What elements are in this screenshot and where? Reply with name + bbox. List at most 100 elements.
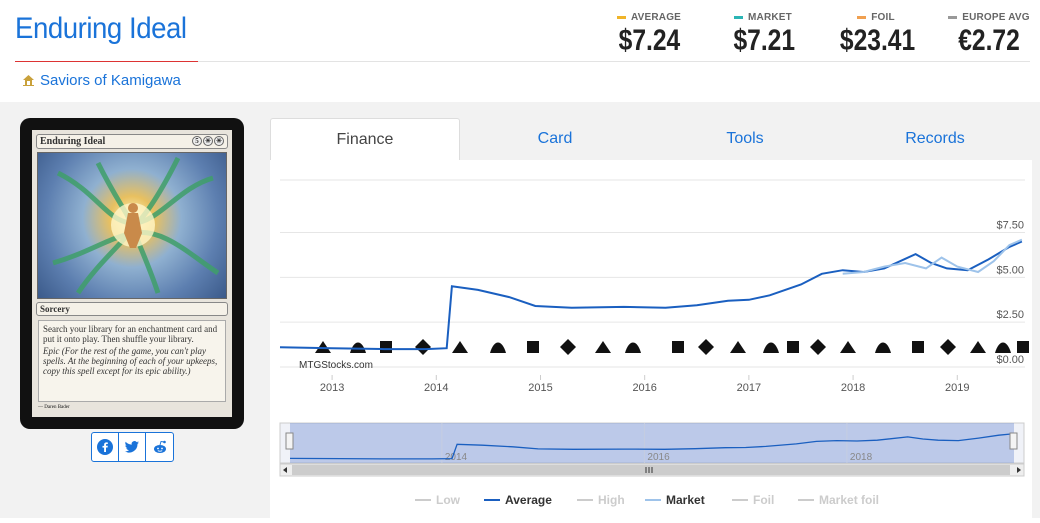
price-average: AVERAGE $7.24	[612, 12, 686, 58]
navigator-tick-label: 2014	[445, 452, 468, 463]
set-symbol-icon	[698, 339, 714, 355]
navigator-tick-label: 2016	[647, 452, 670, 463]
set-symbol-icon	[490, 342, 506, 353]
price-europe-label: EUROPE AVG	[962, 12, 1030, 23]
page-header: Enduring Ideal Saviors of Kamigawa AVERA…	[0, 0, 1040, 102]
tab-bar: Finance Card Tools Records	[270, 118, 1032, 160]
average-swatch	[616, 16, 626, 19]
x-tick-label: 2018	[841, 382, 865, 394]
set-symbols-row	[315, 339, 1029, 355]
mana-white-icon: ☀	[203, 136, 213, 146]
series-line-market	[842, 238, 1023, 275]
set-symbol-icon	[875, 342, 891, 353]
tab-card[interactable]: Card	[460, 118, 650, 160]
set-name: Saviors of Kamigawa	[40, 72, 181, 89]
tab-tools[interactable]: Tools	[650, 118, 840, 160]
set-symbol-icon	[625, 342, 641, 353]
chart-gridlines	[280, 179, 1025, 368]
set-symbol-icon	[560, 339, 576, 355]
x-tick-label: 2015	[528, 382, 552, 394]
legend-item-foil[interactable]: Foil	[753, 493, 774, 507]
x-axis-ticks: 2013 2014 2015 2016 2017 2018 2019	[320, 375, 970, 394]
series-line-average	[279, 240, 1023, 351]
facebook-icon	[97, 439, 113, 455]
set-symbol-icon	[1017, 341, 1029, 353]
set-symbol-icon	[23, 75, 34, 86]
x-tick-label: 2017	[737, 382, 761, 394]
y-tick-label: $2.50	[996, 309, 1024, 321]
set-symbol-icon	[995, 342, 1011, 353]
y-tick-label: $7.50	[996, 220, 1024, 232]
share-buttons	[91, 432, 174, 462]
tab-finance[interactable]: Finance	[270, 118, 460, 160]
mana-generic: 5	[192, 136, 202, 146]
price-foil-value: $23.41	[839, 24, 916, 57]
x-tick-label: 2019	[945, 382, 969, 394]
navigator-handle[interactable]	[1009, 432, 1018, 450]
tab-records[interactable]: Records	[840, 118, 1030, 160]
page-title: Enduring Ideal	[15, 12, 187, 45]
card-rules-text: Search your library for an enchantment c…	[38, 320, 226, 402]
legend-item-market[interactable]: Market	[666, 493, 705, 507]
chart-watermark: MTGStocks.com	[299, 360, 373, 371]
card-artist: — Daren Bader	[38, 405, 70, 410]
price-average-label: AVERAGE	[630, 12, 682, 23]
price-europe-value: €2.72	[958, 24, 1020, 57]
scrollbar-thumb[interactable]	[292, 465, 1010, 475]
legend-item-high[interactable]: High	[598, 493, 625, 507]
europe-swatch	[948, 16, 958, 19]
price-europe: EUROPE AVG €2.72	[946, 12, 1032, 58]
twitter-share-button[interactable]	[119, 433, 146, 461]
y-tick-label: $0.00	[996, 354, 1024, 366]
foil-swatch	[857, 16, 867, 19]
set-symbol-icon	[840, 341, 856, 353]
legend-item-market-foil[interactable]: Market foil	[819, 493, 879, 507]
content-area: Enduring Ideal 5 ☀ ☀ Sorcery Search your…	[0, 102, 1040, 518]
title-underline	[15, 61, 198, 62]
set-symbol-icon	[595, 341, 611, 353]
chart-navigator[interactable]: 2014 2016 2018	[279, 422, 1025, 477]
twitter-icon	[124, 441, 139, 453]
set-symbol-icon	[380, 341, 392, 353]
set-symbol-icon	[730, 341, 746, 353]
price-foil-label: FOIL	[871, 12, 895, 23]
set-symbol-icon	[527, 341, 539, 353]
set-symbol-icon	[452, 341, 468, 353]
set-symbol-icon	[940, 339, 956, 355]
set-symbol-icon	[787, 341, 799, 353]
chart-legend: Low Average High Market Foil Market foil	[415, 493, 879, 507]
card-mana-cost: 5 ☀ ☀	[192, 136, 224, 146]
price-foil: FOIL $23.41	[832, 12, 920, 58]
navigator-handle[interactable]	[285, 432, 294, 450]
price-market-value: $7.21	[733, 24, 796, 57]
set-symbol-icon	[672, 341, 684, 353]
header-divider	[198, 61, 1030, 62]
x-tick-label: 2016	[632, 382, 656, 394]
market-swatch	[734, 16, 743, 19]
set-link[interactable]: Saviors of Kamigawa	[22, 72, 181, 89]
price-market-label: MARKET	[748, 12, 792, 23]
price-chart-panel: $0.00 $2.50 $5.00 $7.50 MTGStocks.com 2013 2…	[270, 160, 1032, 518]
set-symbol-icon	[912, 341, 924, 353]
facebook-share-button[interactable]	[92, 433, 119, 461]
x-tick-label: 2013	[320, 382, 344, 394]
x-tick-label: 2014	[424, 382, 448, 394]
navigator-tick-label: 2018	[850, 452, 873, 463]
reddit-share-button[interactable]	[146, 433, 173, 461]
price-average-value: $7.24	[618, 24, 681, 57]
legend-item-low[interactable]: Low	[436, 493, 461, 507]
card-image[interactable]: Enduring Ideal 5 ☀ ☀ Sorcery Search your…	[20, 118, 244, 429]
card-image-name: Enduring Ideal 5 ☀ ☀	[36, 134, 228, 149]
set-symbol-icon	[763, 342, 779, 353]
card-artwork	[37, 152, 227, 299]
set-symbol-icon	[970, 341, 986, 353]
legend-item-average[interactable]: Average	[505, 493, 552, 507]
mana-white-icon: ☀	[214, 136, 224, 146]
chart-series	[279, 238, 1023, 351]
set-symbol-icon	[415, 339, 431, 355]
price-chart[interactable]: $0.00$2.50$5.00$7.50 MTGStocks.com 2013 2…	[270, 160, 1032, 518]
y-tick-label: $5.00	[996, 264, 1024, 276]
card-type-line: Sorcery	[36, 302, 228, 316]
price-market: MARKET $7.21	[727, 12, 799, 58]
card-art-illustration	[52, 156, 220, 295]
